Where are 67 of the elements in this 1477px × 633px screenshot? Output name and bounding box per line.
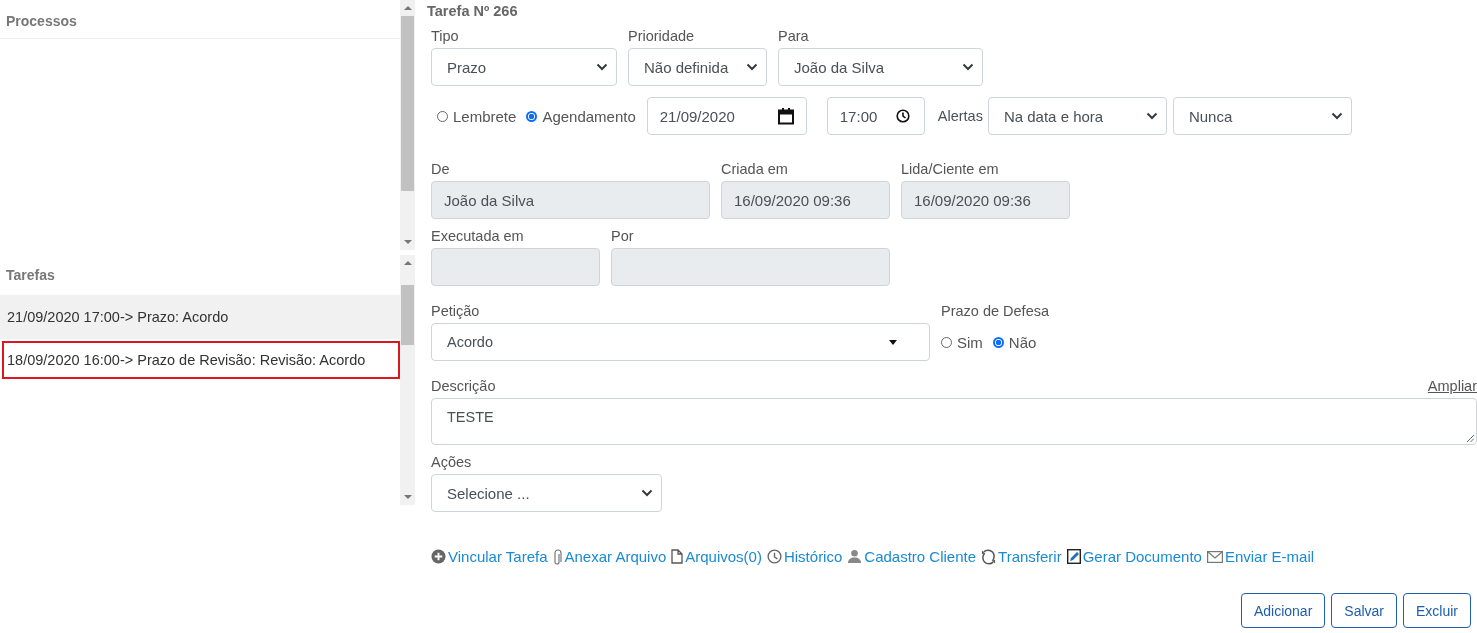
expand-link[interactable]: Ampliar (1427, 378, 1477, 394)
envelope-icon (1206, 550, 1223, 563)
plus-circle-icon (431, 549, 446, 564)
action-link[interactable]: Arquivos(0) (671, 548, 762, 565)
task-item[interactable]: 21/09/2020 17:00-> Prazo: Acordo (0, 295, 400, 339)
field-label: Alertas (937, 108, 983, 124)
action-link[interactable]: Anexar Arquivo (552, 548, 667, 565)
chevron-icon (641, 489, 653, 497)
readonly-field: 16/09/2020 09:36 (721, 181, 890, 219)
chevron-icon (962, 63, 974, 71)
action-link[interactable]: Transferir (981, 548, 1062, 565)
section-heading: Tarefas (5, 266, 56, 285)
readonly-field: 16/09/2020 09:36 (901, 181, 1070, 219)
time-field[interactable]: 17:00 (826, 97, 925, 135)
resize-grip-icon[interactable] (1467, 435, 1474, 442)
dropdown[interactable]: Prazo (431, 48, 617, 86)
paperclip-icon (552, 548, 563, 565)
date-field[interactable]: 21/09/2020 (646, 97, 807, 135)
action-link[interactable]: Gerar Documento (1066, 548, 1202, 565)
radio-option[interactable]: Lembrete (437, 107, 517, 125)
dropdown[interactable]: Acordo (431, 323, 930, 361)
chevron-icon (596, 63, 608, 71)
action-link[interactable]: Cadastro Cliente (847, 548, 977, 565)
chevron-icon (1145, 112, 1158, 120)
action-button[interactable]: Adicionar (1240, 593, 1326, 628)
action-link[interactable]: Vincular Tarefa (431, 548, 548, 565)
field-label: Criada em (721, 161, 789, 177)
document-icon (671, 549, 684, 564)
radio-option[interactable]: Não (992, 333, 1037, 351)
calendar-icon (777, 107, 794, 125)
caret-icon (889, 339, 897, 345)
person-icon (847, 549, 863, 564)
field-label: Tipo (431, 28, 460, 44)
dropdown[interactable]: Selecione ... (431, 474, 662, 512)
field-label: De (431, 161, 451, 177)
action-button[interactable]: Salvar (1331, 593, 1397, 628)
clock-icon (766, 549, 782, 564)
clock-icon (895, 109, 910, 123)
action-link[interactable]: Histórico (766, 548, 843, 565)
dropdown[interactable]: Nunca (1172, 97, 1352, 135)
dropdown[interactable]: Não definida (628, 48, 767, 86)
edit-document-icon (1066, 549, 1081, 564)
action-link[interactable]: Enviar E-mail (1206, 548, 1315, 565)
field-label: Descrição (431, 378, 496, 394)
task-title: Tarefa Nº 266 (427, 3, 519, 19)
refresh-icon (981, 548, 997, 565)
field-label: Prazo de Defesa (941, 303, 1049, 319)
readonly-field: João da Silva (431, 181, 710, 219)
field-label: Para (778, 28, 810, 44)
field-label: Petição (431, 303, 481, 319)
action-button[interactable]: Excluir (1403, 593, 1471, 628)
description-textarea[interactable]: TESTE (431, 398, 1477, 445)
field-label: Lida/Ciente em (901, 161, 1000, 177)
scrollbar[interactable] (400, 255, 415, 505)
chevron-icon (746, 63, 758, 71)
field-label: Prioridade (628, 28, 696, 44)
dropdown[interactable]: Na data e hora (987, 97, 1167, 135)
radio-option[interactable]: Sim (941, 333, 983, 351)
field-label: Executada em (431, 228, 525, 244)
chevron-icon (1330, 112, 1343, 120)
field-label: Ações (431, 454, 473, 470)
task-item[interactable]: 18/09/2020 16:00-> Prazo de Revisão: Revisão: Acordo (2, 341, 400, 379)
field-label: Por (611, 228, 635, 244)
scrollbar[interactable] (400, 0, 415, 250)
dropdown[interactable]: João da Silva (778, 48, 983, 86)
radio-option[interactable]: Agendamento (526, 107, 636, 125)
section-heading: Processos (0, 0, 400, 39)
